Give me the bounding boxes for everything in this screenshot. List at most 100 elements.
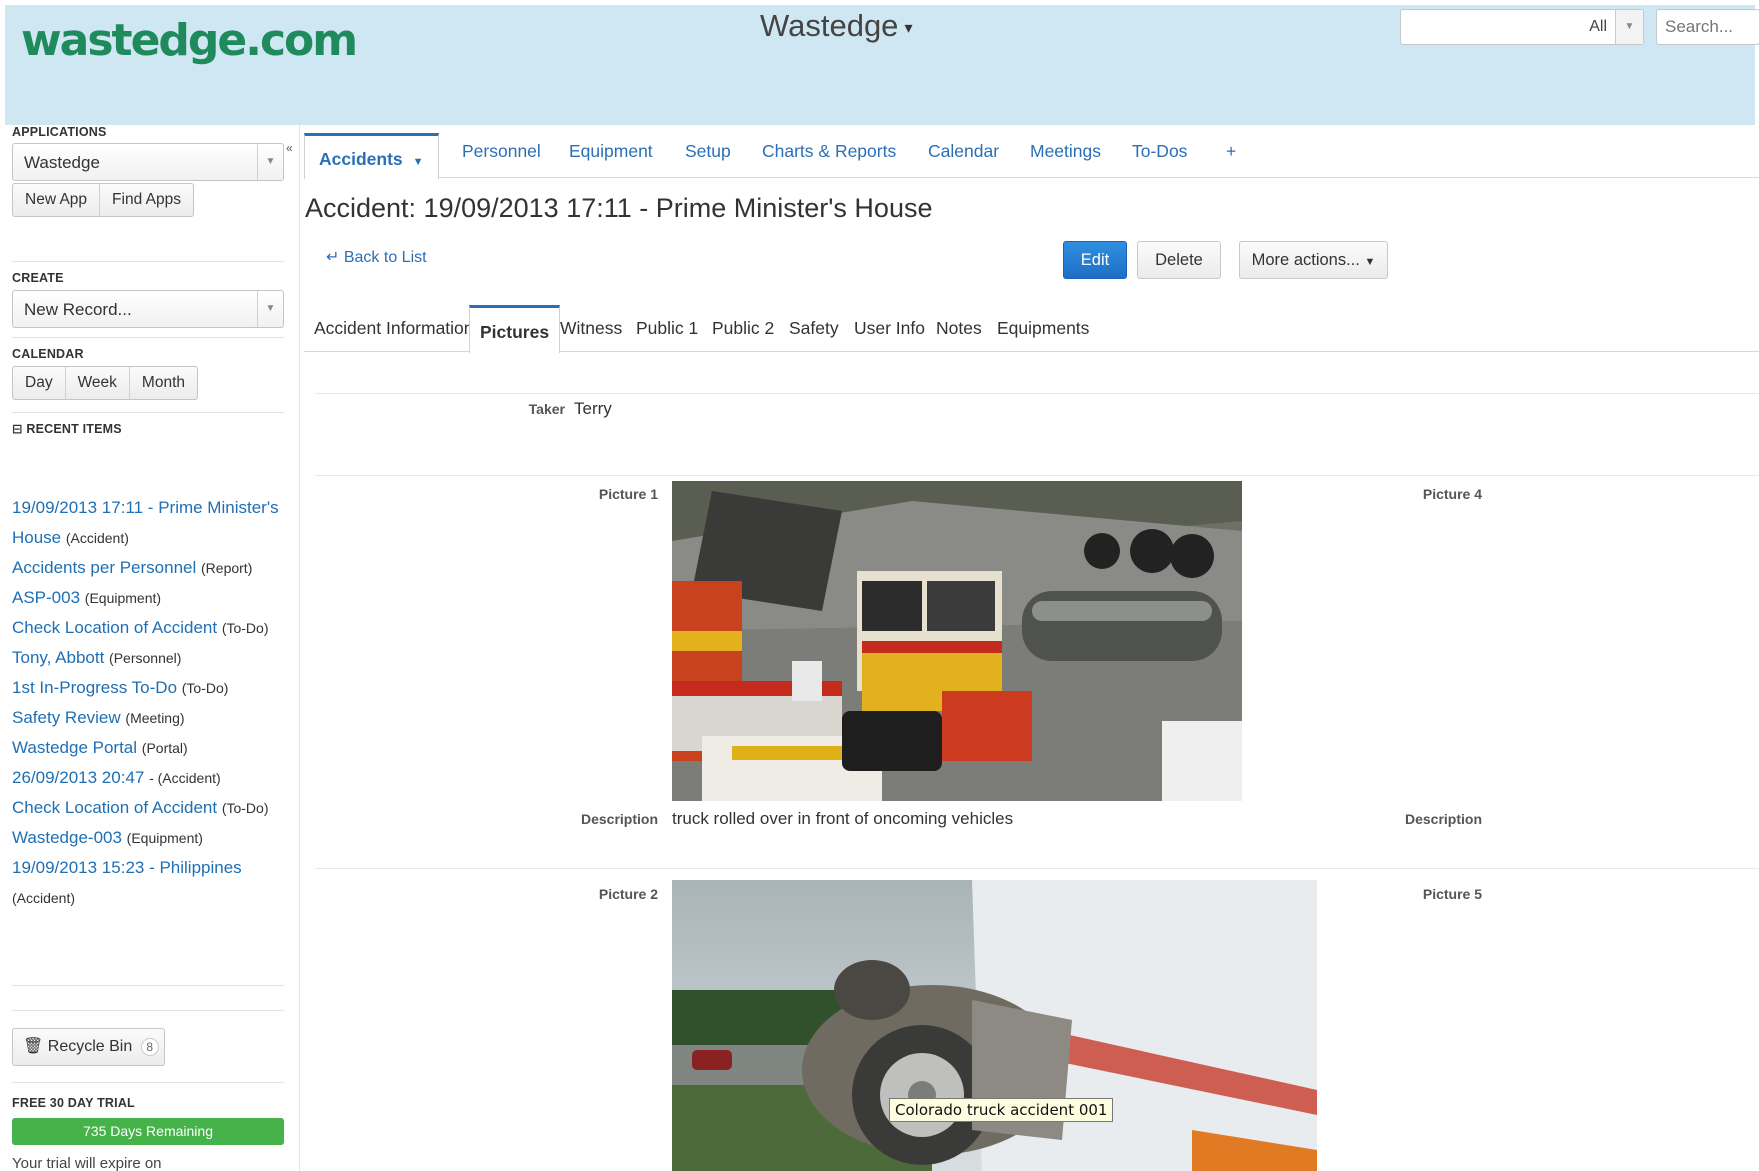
back-to-list-link[interactable]: ↵ Back to List [326,247,427,267]
logo[interactable]: wastedge.com [21,15,358,66]
page-title: Accident: 19/09/2013 17:11 - Prime Minis… [305,193,933,223]
recent-item-type: (Accident) [65,530,129,546]
chevron-down-icon: ▾ [904,19,913,37]
tab-public-2[interactable]: Public 2 [712,318,774,339]
recent-item[interactable]: ASP-003 (Equipment) [12,583,282,613]
tab-witness[interactable]: Witness [560,318,622,339]
recent-item[interactable]: Safety Review (Meeting) [12,703,282,733]
tab-setup[interactable]: Setup [685,141,731,162]
recent-item-link[interactable]: Wastedge-003 [12,828,122,847]
truck-accident-photo [672,481,1242,801]
more-actions-button[interactable]: More actions... ▼ [1239,241,1388,279]
divider [12,337,284,338]
create-record-value: New Record... [24,300,132,319]
recent-item-type: (Meeting) [125,710,185,726]
search-input[interactable] [1656,9,1759,45]
return-arrow-icon: ↵ [326,249,340,266]
recent-item[interactable]: Accidents per Personnel (Report) [12,553,282,583]
sidebar: « APPLICATIONS Wastedge ▼ New App Find A… [0,125,300,1171]
recent-item-link[interactable]: Tony, Abbott [12,648,104,667]
recent-item[interactable]: 1st In-Progress To-Do (To-Do) [12,673,282,703]
recent-item-type: (To-Do) [221,620,269,636]
divider [12,1082,284,1083]
tab-accident-information[interactable]: Accident Information [314,318,474,339]
picture-2-label: Picture 2 [598,886,658,902]
more-actions-label: More actions... [1251,251,1360,269]
trash-icon: 🗑 [23,1038,44,1055]
divider [12,261,284,262]
tab-equipment[interactable]: Equipment [569,141,653,162]
recent-item-type: (Equipment) [126,830,203,846]
delete-button[interactable]: Delete [1137,241,1221,279]
recent-item[interactable]: 19/09/2013 17:11 - Prime Minister's Hous… [12,493,282,553]
tab-personnel[interactable]: Personnel [462,141,541,162]
calendar-buttons: Day Week Month [12,366,199,400]
image-tooltip: Colorado truck accident 001 [889,1098,1114,1122]
recent-item-link[interactable]: Safety Review [12,708,121,727]
tab-accidents[interactable]: Accidents ▼ [304,133,439,179]
collapse-icon[interactable]: ⊟ [12,422,23,436]
picture-2-image[interactable] [672,880,1317,1171]
application-select-value: Wastedge [24,153,100,172]
recent-item-link[interactable]: Check Location of Accident [12,798,217,817]
collapse-sidebar-icon[interactable]: « [286,141,293,155]
taker-label: Taker [528,401,565,417]
recent-item-link[interactable]: ASP-003 [12,588,80,607]
edit-button[interactable]: Edit [1063,241,1127,279]
recent-item[interactable]: Check Location of Accident (To-Do) [12,793,282,823]
tab-calendar[interactable]: Calendar [928,141,999,162]
application-select[interactable]: Wastedge ▼ [12,143,284,181]
recent-item[interactable]: Wastedge-003 (Equipment) [12,823,282,853]
picture-1-image[interactable] [672,481,1242,801]
search-scope-select[interactable]: All ▼ [1400,9,1644,45]
tab-pictures[interactable]: Pictures [469,305,561,353]
chevron-down-icon[interactable]: ▼ [413,156,424,168]
tab-notes[interactable]: Notes [936,318,982,339]
recent-items-header[interactable]: ⊟ RECENT ITEMS [12,421,122,436]
add-tab-button[interactable]: + [1226,141,1236,162]
app-switcher-label: Wastedge [760,8,899,43]
divider [12,985,284,986]
new-app-button[interactable]: New App [13,184,101,216]
tab-charts-reports[interactable]: Charts & Reports [762,141,896,162]
chevron-down-icon: ▼ [1364,256,1376,268]
recent-item-type: (Portal) [141,740,188,756]
tab-todos[interactable]: To-Dos [1132,141,1187,162]
main-content: Accidents ▼ Personnel Equipment Setup Cha… [300,125,1759,1171]
recent-item-link[interactable]: 19/09/2013 15:23 - Philippines [12,858,242,877]
calendar-month-button[interactable]: Month [130,367,197,399]
tab-accidents-label: Accidents [319,149,403,169]
recent-item-link[interactable]: 1st In-Progress To-Do [12,678,177,697]
recent-item-type: (To-Do) [181,680,229,696]
calendar-week-button[interactable]: Week [66,367,130,399]
recent-item-type: (Report) [201,560,253,576]
recycle-bin-label: Recycle Bin [47,1038,133,1055]
calendar-day-button[interactable]: Day [13,367,66,399]
car-rollover-photo [672,880,1317,1171]
recent-item-link[interactable]: 19/09/2013 17:11 - Prime Minister's Hous… [12,498,279,547]
tab-public-1[interactable]: Public 1 [636,318,698,339]
recent-item-link[interactable]: Accidents per Personnel [12,558,196,577]
trial-label: FREE 30 DAY TRIAL [12,1096,135,1110]
recent-item-type: (To-Do) [221,800,269,816]
tab-safety[interactable]: Safety [789,318,839,339]
tab-user-info[interactable]: User Info [854,318,925,339]
app-switcher[interactable]: Wastedge ▾ [760,8,912,44]
recycle-bin-button[interactable]: 🗑 Recycle Bin 8 [12,1028,165,1066]
picture-4-label: Picture 4 [1422,486,1482,502]
tab-meetings[interactable]: Meetings [1030,141,1101,162]
find-apps-button[interactable]: Find Apps [100,184,193,216]
recent-items-list: 19/09/2013 17:11 - Prime Minister's Hous… [12,493,282,913]
applications-label: APPLICATIONS [12,125,107,139]
recent-item[interactable]: 19/09/2013 15:23 - Philippines (Accident… [12,853,282,913]
app-tabs: Accidents ▼ Personnel Equipment Setup Cha… [304,133,1759,179]
recent-item-link[interactable]: 26/09/2013 20:47 [12,768,144,787]
recent-item-link[interactable]: Wastedge Portal [12,738,137,757]
create-record-select[interactable]: New Record... ▼ [12,290,284,328]
recent-item[interactable]: Tony, Abbott (Personnel) [12,643,282,673]
recent-item[interactable]: Check Location of Accident (To-Do) [12,613,282,643]
recent-item[interactable]: 26/09/2013 20:47 - (Accident) [12,763,282,793]
recent-item[interactable]: Wastedge Portal (Portal) [12,733,282,763]
recent-item-link[interactable]: Check Location of Accident [12,618,217,637]
tab-equipments[interactable]: Equipments [997,318,1089,339]
